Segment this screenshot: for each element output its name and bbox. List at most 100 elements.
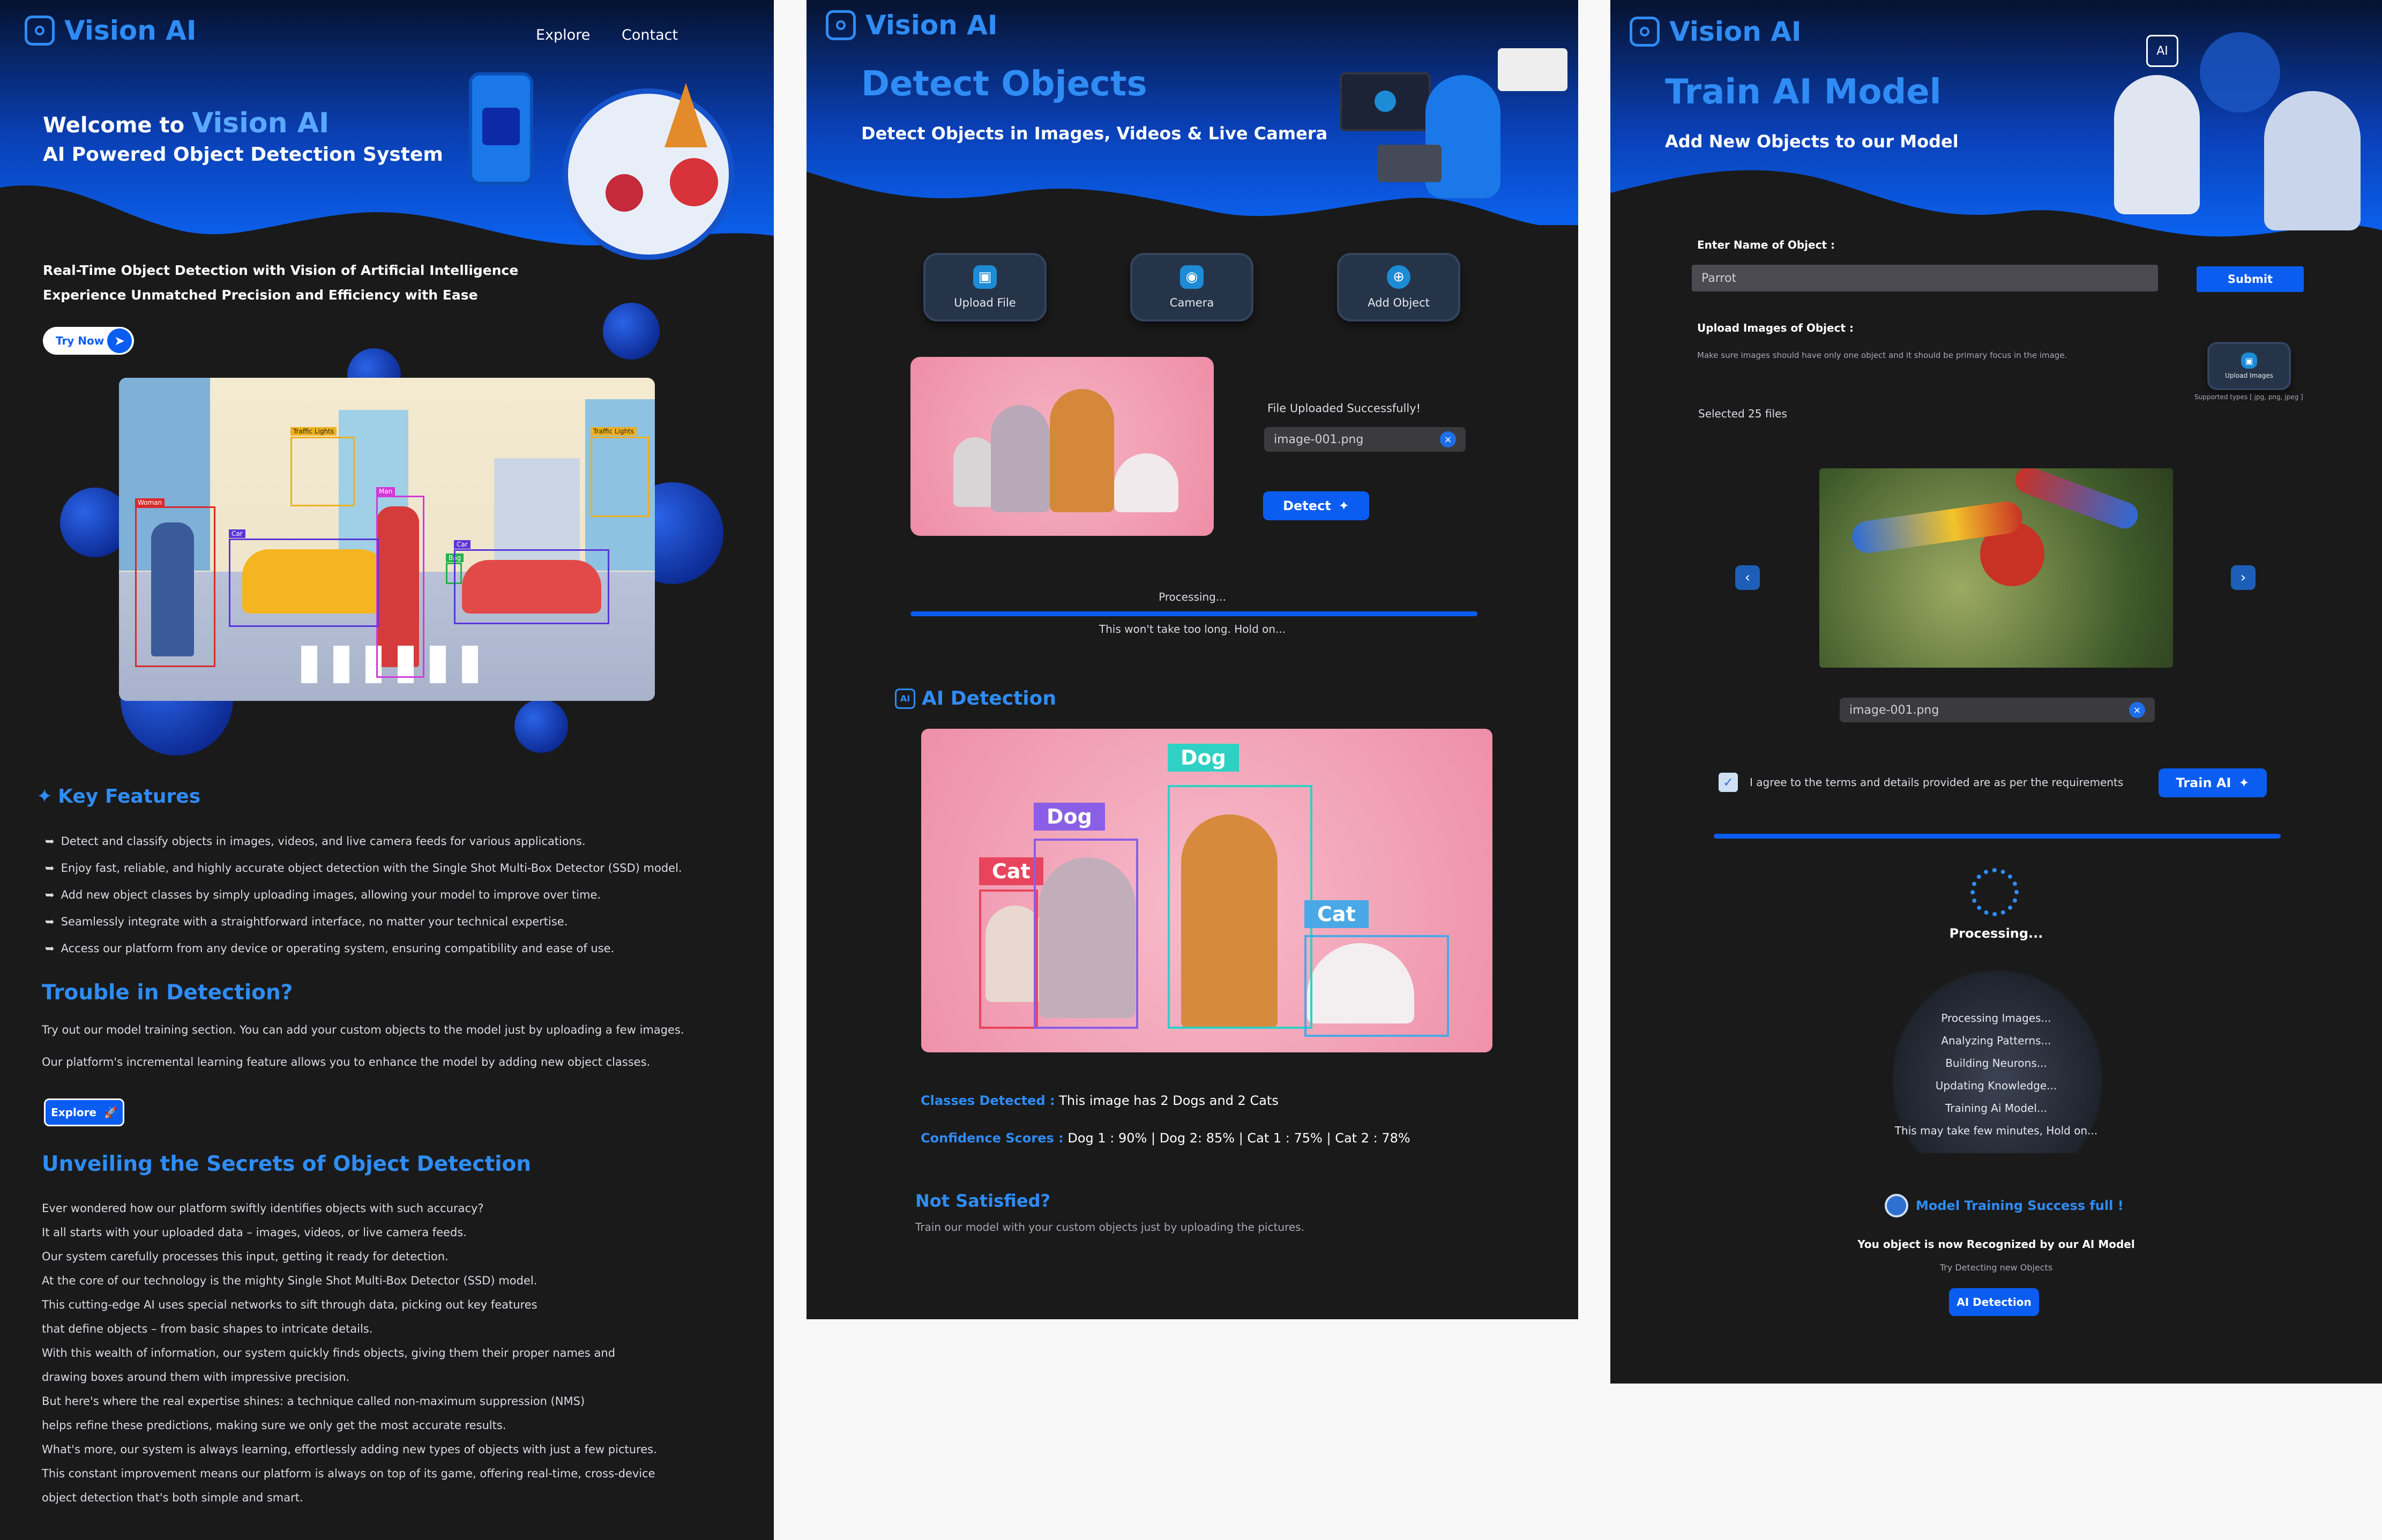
train-progress-bar <box>1714 834 2281 839</box>
submit-button[interactable]: Submit <box>2197 266 2304 292</box>
feature-text: Detect and classify objects in images, v… <box>61 835 586 848</box>
upload-image-icon: ▣ <box>973 265 997 289</box>
upload-hint: Make sure images should have only one ob… <box>1697 350 2067 360</box>
file-name: image-001.png <box>1849 703 1939 717</box>
detection-result-image: Cat Dog Dog Cat <box>921 729 1492 1052</box>
welcome-brand: Vision AI <box>192 107 330 139</box>
send-icon: ➤ <box>107 328 132 353</box>
detection-scene-image: Woman Traffic Lights Man Car Bag Car Tra… <box>119 378 655 701</box>
processing-text: Processing... <box>1949 926 2043 941</box>
feature-item: ➥ Enjoy fast, reliable, and highly accura… <box>45 862 682 874</box>
decor-circle <box>514 699 568 753</box>
bbox-traffic-light <box>591 437 649 517</box>
training-step: Training Ai Model... <box>1945 1102 2047 1115</box>
ai-detection-button[interactable]: AI Detection <box>1949 1288 2039 1316</box>
detect-button[interactable]: Detect ✦ <box>1263 491 1369 520</box>
confidence-label: Confidence Scores : <box>921 1131 1064 1146</box>
train-ai-label: Train AI <box>2176 775 2231 790</box>
camera-tile[interactable]: ◉ Camera <box>1130 253 1253 322</box>
success-badge-icon <box>1885 1194 1908 1217</box>
page-title: Detect Objects <box>861 64 1147 104</box>
chevron-left-icon[interactable]: ‹ <box>1735 565 1760 590</box>
secrets-line: What's more, our system is always learni… <box>42 1443 657 1456</box>
ai-detection-heading: AI AI Detection <box>895 687 1056 709</box>
training-step: Building Neurons... <box>1945 1057 2047 1070</box>
not-satisfied-title: Not Satisfied? <box>915 1191 1051 1211</box>
chevron-right-icon[interactable]: › <box>2231 565 2256 590</box>
recognized-text: You object is now Recognized by our AI M… <box>1857 1238 2135 1251</box>
feature-item: ➥ Detect and classify objects in images, … <box>45 835 586 848</box>
object-name-input[interactable]: Parrot <box>1692 265 2158 291</box>
secrets-title: Unveiling the Secrets of Object Detectio… <box>42 1152 532 1176</box>
close-icon[interactable]: × <box>2129 702 2145 718</box>
feature-item: ➥ Access our platform from any device or … <box>45 942 614 955</box>
ai-chip-icon: AI <box>895 688 915 709</box>
train-ai-button[interactable]: Train AI ✦ <box>2159 768 2267 797</box>
add-object-tile[interactable]: ⊕ Add Object <box>1337 253 1460 322</box>
bbox-label: Traffic Lights <box>591 427 637 436</box>
file-name-field[interactable]: image-001.png × <box>1264 427 1466 452</box>
agree-text: I agree to the terms and details provide… <box>1750 776 2124 789</box>
ai-chip-icon: AI <box>2146 35 2178 67</box>
parrot-image-preview <box>1819 468 2173 668</box>
upload-file-tile[interactable]: ▣ Upload File <box>923 253 1047 322</box>
detect-page: Vision AI Detect Objects Detect Objects … <box>807 0 1578 1319</box>
brand-name: Vision AI <box>64 15 197 46</box>
supported-types: Supported types [ jpg, png, jpeg ] <box>2194 393 2303 401</box>
agree-checkbox[interactable]: ✓ <box>1719 773 1738 792</box>
secrets-line: With this wealth of information, our sys… <box>42 1347 616 1359</box>
classes-value: This image has 2 Dogs and 2 Cats <box>1059 1093 1279 1108</box>
try-new-text: Try Detecting new Objects <box>1939 1262 2053 1273</box>
logo[interactable]: Vision AI <box>826 10 998 41</box>
nav-contact[interactable]: Contact <box>622 27 678 43</box>
feature-text: Add new object classes by simply uploadi… <box>61 888 601 901</box>
logo[interactable]: Vision AI <box>25 15 197 46</box>
feature-text: Seamlessly integrate with a straightforw… <box>61 915 568 928</box>
add-object-icon: ⊕ <box>1387 265 1410 289</box>
lens-illustration <box>563 83 734 260</box>
secrets-line: This constant improvement means our plat… <box>42 1467 655 1480</box>
hero-welcome: Welcome to Vision AI <box>43 107 329 139</box>
corgi-figure <box>1050 389 1114 512</box>
logo[interactable]: Vision AI <box>1630 16 1802 47</box>
parrot-wing <box>2011 468 2142 533</box>
bbox-label: Dog <box>1034 803 1105 831</box>
bbox-label: Traffic Lights <box>290 427 337 436</box>
bbox-car <box>454 549 609 624</box>
rocket-icon: 🚀 <box>104 1106 117 1119</box>
bbox-traffic-light <box>290 437 355 506</box>
decor-circle <box>603 303 660 360</box>
tile-label: Camera <box>1169 296 1214 309</box>
nav-explore[interactable]: Explore <box>536 27 590 43</box>
close-icon[interactable]: × <box>1440 431 1456 447</box>
secrets-line: It all starts with your uploaded data – … <box>42 1226 467 1239</box>
sparkle-icon: ✦ <box>2238 775 2250 790</box>
file-name-field[interactable]: image-001.png × <box>1840 698 2155 722</box>
poodle-figure <box>991 405 1050 512</box>
file-name: image-001.png <box>1274 432 1364 446</box>
page-subtitle: Detect Objects in Images, Videos & Live … <box>861 123 1328 144</box>
robot-left-illustration <box>2114 75 2200 214</box>
brain-illustration <box>2200 32 2280 113</box>
bbox-label: Car <box>454 540 471 549</box>
try-now-button[interactable]: Try Now ➤ <box>43 327 134 355</box>
confidence-value: Dog 1 : 90% | Dog 2: 85% | Cat 1 : 75% |… <box>1067 1131 1410 1146</box>
training-step: Processing Images... <box>1941 1012 2051 1025</box>
logo-icon <box>25 16 55 46</box>
secrets-line: But here's where the real expertise shin… <box>42 1395 585 1408</box>
explore-button[interactable]: Explore 🚀 <box>44 1098 124 1126</box>
secrets-line: object detection that's both simple and … <box>42 1491 303 1504</box>
try-now-label: Try Now <box>56 334 104 347</box>
bbox-label: Man <box>376 487 395 496</box>
selected-files: Selected 25 files <box>1698 407 1787 420</box>
training-success: Model Training Success full ! <box>1885 1194 2124 1217</box>
detect-label: Detect <box>1283 498 1331 513</box>
upload-images-button[interactable]: ▣ Upload Images <box>2207 342 2291 390</box>
loading-spinner-icon <box>1970 868 2019 916</box>
welcome-prefix: Welcome to <box>43 113 185 138</box>
sparkle-icon: ✦ <box>1338 498 1349 513</box>
video-window-illustration <box>1340 72 1431 131</box>
upload-images-label: Upload Images <box>2225 372 2273 379</box>
sparkle-icon: ✦ <box>36 786 53 808</box>
feature-text: Access our platform from any device or o… <box>61 942 615 955</box>
